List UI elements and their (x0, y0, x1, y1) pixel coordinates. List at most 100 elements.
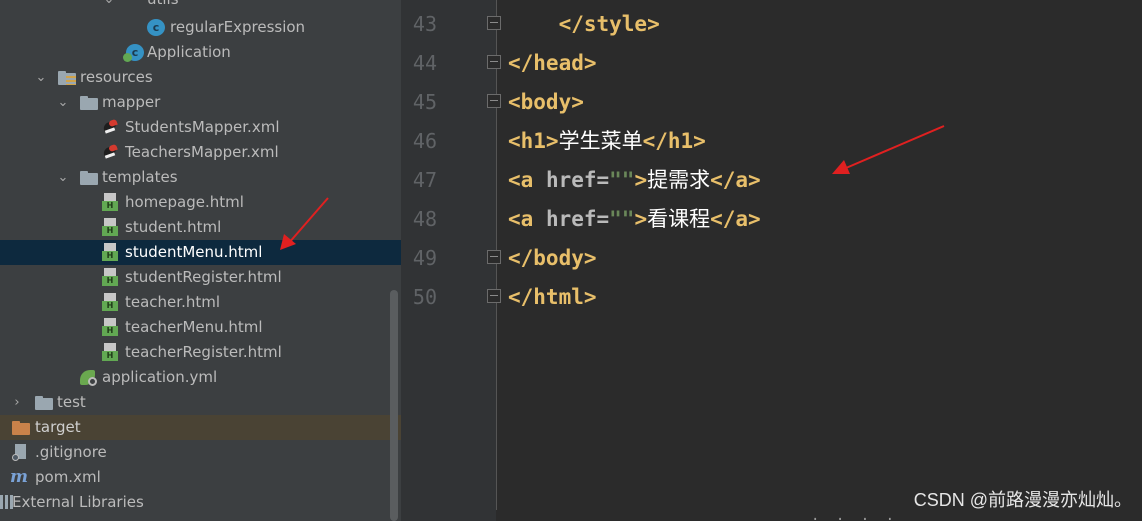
line-number: 43 (412, 12, 437, 36)
code-string: "" (609, 207, 635, 231)
tree-item-resources[interactable]: ⌄ resources (0, 65, 401, 90)
tree-item-label: teacherMenu.html (125, 318, 263, 336)
tree-item-label: teacherRegister.html (125, 343, 282, 361)
tree-item-label: regularExpression (170, 18, 306, 36)
html-file-icon: H (102, 343, 120, 361)
line-number: 46 (412, 129, 437, 153)
fold-marker-icon[interactable] (487, 94, 501, 108)
code-text: 提需求 (647, 168, 711, 192)
html-file-icon: H (102, 318, 120, 336)
tree-item-application[interactable]: c Application (0, 40, 401, 65)
chevron-down-icon[interactable]: ⌄ (56, 165, 70, 190)
tree-item-label: resources (80, 68, 153, 86)
folder-icon (35, 396, 53, 413)
tree-item-teacher-html[interactable]: H teacher.html (0, 290, 401, 315)
tree-item-label: pom.xml (35, 468, 101, 486)
line-number: 45 (412, 90, 437, 114)
tree-item-label: studentMenu.html (125, 243, 263, 261)
tree-scrollbar[interactable] (390, 290, 398, 521)
maven-icon: m (10, 467, 28, 487)
code-line[interactable]: <h1>学生菜单</h1> (508, 122, 706, 161)
code-line[interactable]: </html> (508, 278, 597, 317)
tree-item-label: studentRegister.html (125, 268, 282, 286)
code-tag: </body> (508, 246, 597, 270)
fold-marker-icon[interactable] (487, 55, 501, 69)
line-number: 49 (412, 246, 437, 270)
code-tag: > (634, 207, 648, 231)
tree-item-label: application.yml (102, 368, 218, 386)
html-file-icon: H (102, 193, 120, 211)
code-line[interactable]: </body> (508, 239, 597, 278)
tree-item-test[interactable]: › test (0, 390, 401, 415)
class-icon: c (147, 19, 165, 36)
fold-marker-icon[interactable] (487, 16, 501, 30)
folder-icon (80, 171, 98, 188)
line-number: 47 (412, 168, 437, 192)
gitignore-file-icon (12, 444, 30, 461)
tree-item-label: .gitignore (35, 443, 107, 461)
tree-item-label: target (35, 418, 81, 436)
chevron-down-icon[interactable]: ⌄ (34, 65, 48, 90)
tree-item-teachermenu-html[interactable]: H teacherMenu.html (0, 315, 401, 340)
spring-boot-class-icon: c (123, 44, 144, 62)
tree-item-pom-xml[interactable]: m pom.xml (0, 465, 401, 490)
code-string: "" (609, 168, 635, 192)
code-line[interactable]: <body> (508, 83, 584, 122)
html-file-icon: H (102, 268, 120, 286)
tree-item-templates[interactable]: ⌄ templates (0, 165, 401, 190)
fold-marker-icon[interactable] (487, 250, 501, 264)
code-attribute: href= (545, 207, 610, 231)
tree-item-teacherregister-html[interactable]: H teacherRegister.html (0, 340, 401, 365)
tree-item-gitignore[interactable]: .gitignore (0, 440, 401, 465)
project-tree-panel: ⌄ utils c regularExpression c Applicatio… (0, 0, 401, 521)
code-tag: <a (508, 207, 546, 231)
code-text: 看课程 (647, 207, 711, 231)
tree-item-label: TeachersMapper.xml (125, 143, 279, 161)
fold-marker-icon[interactable] (487, 289, 501, 303)
code-line[interactable]: </style> (508, 5, 660, 44)
code-line[interactable]: <a href="">提需求</a> (508, 161, 761, 200)
tree-item-regularexpression[interactable]: c regularExpression (0, 15, 401, 40)
code-tag: </style> (558, 12, 660, 36)
chevron-right-icon[interactable]: › (10, 390, 24, 415)
mybatis-xml-icon (102, 118, 120, 136)
html-file-icon: H (102, 243, 120, 261)
tree-item-homepage-html[interactable]: H homepage.html (0, 190, 401, 215)
folder-icon (80, 96, 98, 113)
code-tag: <a (508, 168, 546, 192)
tree-item-external-libraries[interactable]: External Libraries (0, 490, 401, 515)
chevron-down-icon[interactable]: ⌄ (102, 0, 116, 12)
tree-item-label: mapper (102, 93, 161, 111)
code-tag: </html> (508, 285, 597, 309)
tree-item-studentregister-html[interactable]: H studentRegister.html (0, 265, 401, 290)
code-line[interactable]: <a href="">看课程</a> (508, 200, 761, 239)
html-file-icon: H (102, 293, 120, 311)
code-text: 学生菜单 (558, 129, 643, 153)
tree-item-studentsmapper[interactable]: StudentsMapper.xml (0, 115, 401, 140)
tree-item-label: templates (102, 168, 178, 186)
tree-item-label: Application (147, 43, 231, 61)
code-line[interactable]: </head> (508, 44, 597, 83)
tree-item-label: student.html (125, 218, 222, 236)
tree-item-utils[interactable]: ⌄ utils (0, 0, 401, 12)
tree-item-application-yml[interactable]: application.yml (0, 365, 401, 390)
code-tag: <body> (508, 90, 584, 114)
code-tag: </a> (710, 207, 761, 231)
tree-item-student-html[interactable]: H student.html (0, 215, 401, 240)
chevron-down-icon[interactable]: ⌄ (56, 90, 70, 115)
tree-item-studentmenu-html[interactable]: H studentMenu.html (0, 240, 401, 265)
tree-item-teachersmapper[interactable]: TeachersMapper.xml (0, 140, 401, 165)
status-bar-partial: · · · · (811, 512, 899, 521)
line-number: 50 (412, 285, 437, 309)
code-editor[interactable]: 43 44 45 46 47 48 49 50 </style> </head>… (401, 0, 1142, 521)
code-tag: </head> (508, 51, 597, 75)
resources-folder-icon (58, 71, 76, 88)
tree-item-target[interactable]: target (0, 415, 401, 440)
excluded-folder-icon (12, 421, 30, 438)
line-number: 48 (412, 207, 437, 231)
line-number: 44 (412, 51, 437, 75)
tree-item-label: StudentsMapper.xml (125, 118, 280, 136)
tree-item-mapper[interactable]: ⌄ mapper (0, 90, 401, 115)
code-tag: <h1> (508, 129, 559, 153)
